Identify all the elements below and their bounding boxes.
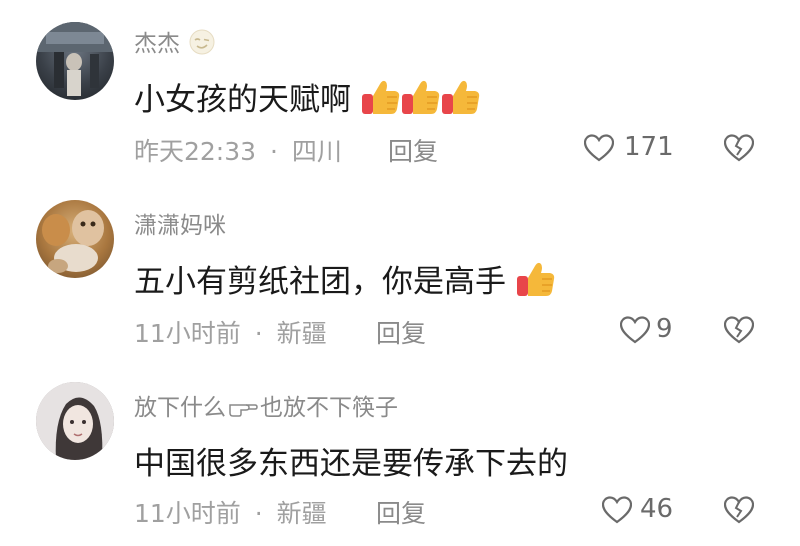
reply-button[interactable]: 回复 <box>376 494 426 530</box>
timestamp: 11小时前 <box>134 319 241 348</box>
username-part[interactable]: 也放不下筷子 <box>260 395 398 421</box>
avatar[interactable] <box>36 382 114 460</box>
heart-icon[interactable] <box>602 496 632 524</box>
username-part[interactable]: 放下什么 <box>134 395 226 421</box>
like-count: 46 <box>640 494 674 524</box>
like-count: 9 <box>656 314 673 344</box>
username[interactable]: 潇潇妈咪 <box>134 206 226 240</box>
meta-separator: · <box>254 499 263 528</box>
comment-item: 放下什么 也放不下筷子 中国很多东西还是要传承下去的 11小时前 · 新疆 回复… <box>0 0 800 528</box>
comment-text: 五小有剪纸社团，你是高手 <box>134 256 556 306</box>
timestamp: 11小时前 <box>134 499 241 528</box>
thumbs-up-icon <box>516 260 556 306</box>
meta-separator: · <box>254 319 263 348</box>
username[interactable]: 放下什么 也放不下筷子 <box>134 388 398 423</box>
broken-heart-icon[interactable] <box>724 316 754 344</box>
comment-meta: 11小时前 · 新疆 <box>134 494 327 530</box>
location: 新疆 <box>276 499 327 528</box>
heart-icon[interactable] <box>620 316 650 344</box>
comment-meta: 11小时前 · 新疆 <box>134 314 327 350</box>
broken-heart-icon[interactable] <box>724 496 754 524</box>
comment-text: 中国很多东西还是要传承下去的 <box>134 446 568 482</box>
location: 新疆 <box>276 319 327 348</box>
avatar[interactable] <box>36 200 114 278</box>
pointing-hand-icon <box>228 397 258 423</box>
comment-text-content: 五小有剪纸社团，你是高手 <box>134 264 506 300</box>
reply-button[interactable]: 回复 <box>376 314 426 350</box>
